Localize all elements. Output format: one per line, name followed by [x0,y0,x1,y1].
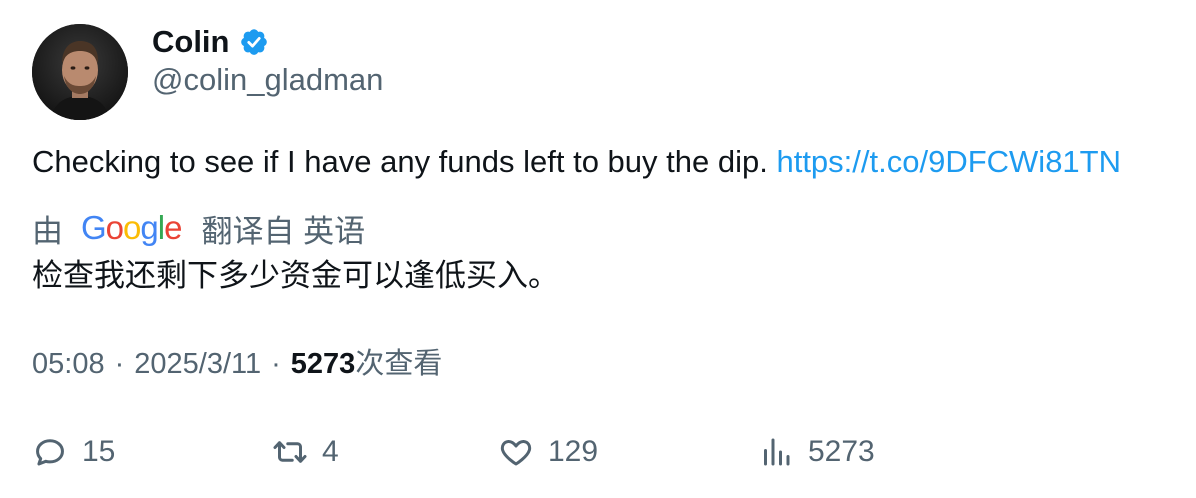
like-button[interactable]: 129 [498,428,598,476]
tweet-body: Checking to see if I have any funds left… [32,144,768,179]
translation-prefix: 由 [32,213,63,249]
views-label: 次查看 [355,348,443,380]
views-action-count: 5273 [808,435,875,468]
google-logo: Google [81,209,182,246]
action-bar: 15 4 129 5273 [0,428,1196,476]
heart-icon [500,440,532,466]
like-count: 129 [548,435,599,468]
avatar[interactable] [32,24,128,120]
retweet-button[interactable]: 4 [272,428,339,476]
author-name-row: Colin [152,22,269,62]
avatar-image [32,24,128,120]
retweet-count: 4 [322,435,339,468]
translated-text: 检查我还剩下多少资金可以逢低买入。 [32,258,559,293]
meta-separator: · [114,348,125,380]
analytics-icon [764,438,790,466]
tweet-link[interactable]: https://t.co/9DFCWi81TN [776,144,1121,179]
author-name[interactable]: Colin [152,24,230,60]
tweet-text: Checking to see if I have any funds left… [32,142,1121,182]
reply-icon [36,439,64,466]
views-count: 5273 [290,348,356,380]
tweet-meta: 05:08 · 2025/3/11 · 5273 次查看 [32,344,442,384]
views-button[interactable]: 5273 [758,428,875,476]
author-handle[interactable]: @colin_gladman [152,62,383,98]
reply-count: 15 [82,435,116,468]
tweet-time[interactable]: 05:08 [32,344,105,384]
meta-separator: · [271,348,281,380]
reply-button[interactable]: 15 [32,428,115,476]
tweet-date[interactable]: 2025/3/11 [134,344,261,384]
retweet-icon [273,441,307,463]
translation-attribution[interactable]: 由 Google 翻译自 英语 [32,208,366,249]
translation-suffix: 翻译自 英语 [201,213,366,249]
verified-badge-icon [240,29,267,55]
